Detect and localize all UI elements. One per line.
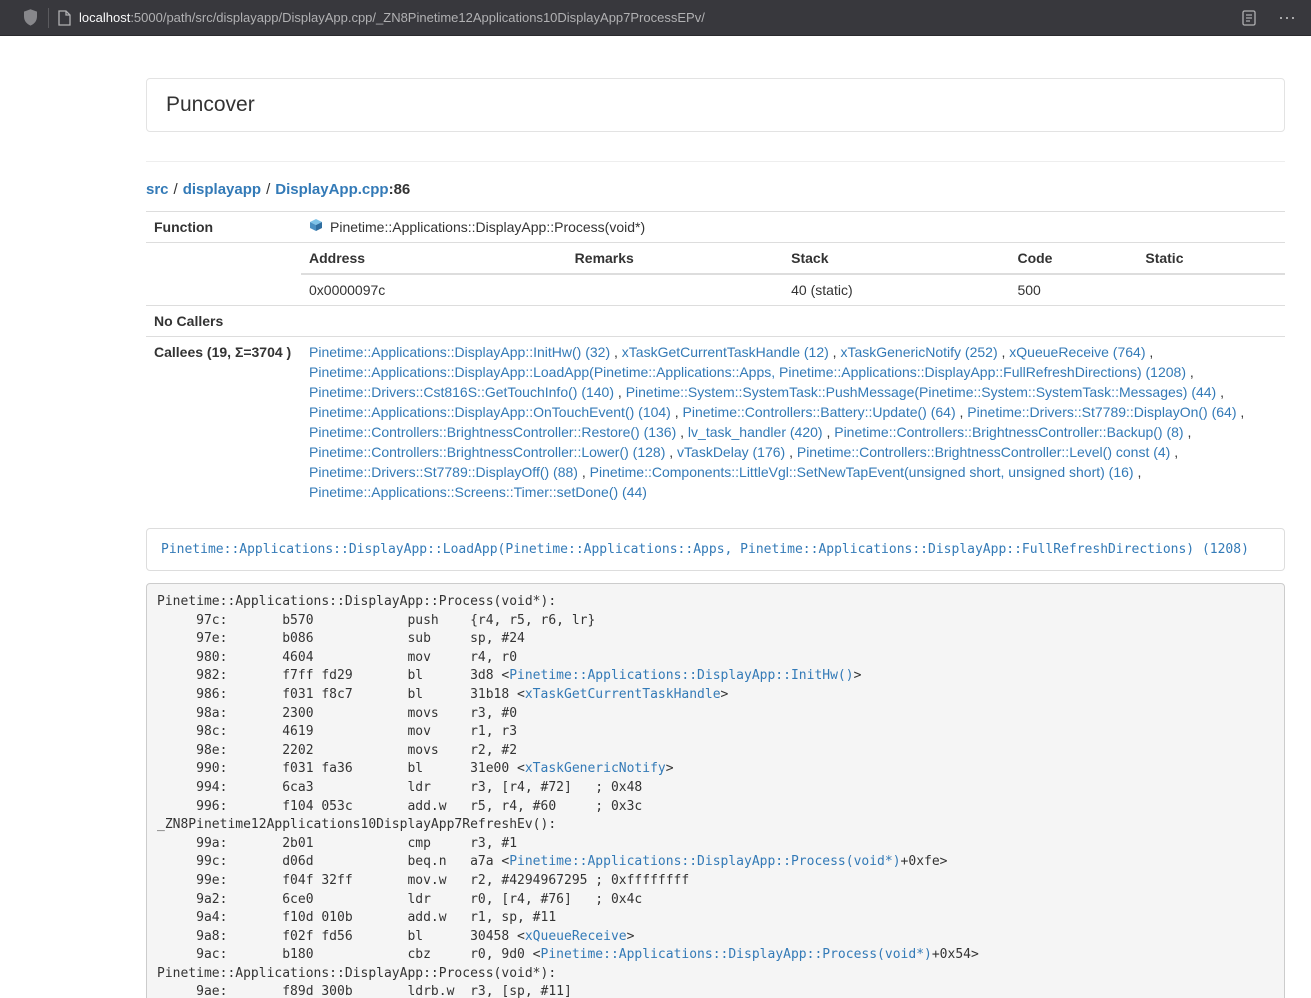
selected-callee-box: Pinetime::Applications::DisplayApp::Load… bbox=[146, 528, 1285, 571]
chrome-divider bbox=[48, 8, 49, 28]
callee-separator: , bbox=[614, 384, 626, 400]
column-static: Static bbox=[1137, 243, 1285, 274]
callee-separator: , bbox=[676, 424, 688, 440]
callee-link[interactable]: Pinetime::Controllers::Battery::Update()… bbox=[683, 404, 956, 420]
callee-separator: , bbox=[610, 344, 622, 360]
callee-link[interactable]: Pinetime::Drivers::St7789::DisplayOn() (… bbox=[967, 404, 1236, 420]
address-bar[interactable]: localhost:5000/path/src/displayapp/Displ… bbox=[79, 10, 1242, 25]
column-code: Code bbox=[1009, 243, 1137, 274]
breadcrumb-line-number: :86 bbox=[389, 181, 411, 198]
assembly-code: Pinetime::Applications::DisplayApp::Proc… bbox=[146, 583, 1285, 998]
empty-row-header bbox=[146, 243, 301, 306]
no-callers-row: No Callers bbox=[146, 306, 1285, 337]
callee-separator: , bbox=[956, 404, 968, 420]
column-stack: Stack bbox=[783, 243, 1009, 274]
callee-separator: , bbox=[785, 444, 797, 460]
callee-separator: , bbox=[671, 404, 683, 420]
callee-separator: , bbox=[1145, 344, 1153, 360]
function-name: Pinetime::Applications::DisplayApp::Proc… bbox=[330, 217, 645, 237]
callee-link[interactable]: xQueueReceive (764) bbox=[1009, 344, 1145, 360]
breadcrumb-separator: / bbox=[174, 181, 178, 198]
callee-link[interactable]: Pinetime::Drivers::Cst816S::GetTouchInfo… bbox=[309, 384, 614, 400]
callee-separator: , bbox=[665, 444, 677, 460]
chrome-actions: ⋯ bbox=[1242, 9, 1297, 27]
callees-cell: Pinetime::Applications::DisplayApp::Init… bbox=[301, 337, 1285, 508]
remarks-value bbox=[567, 274, 783, 305]
callee-separator: , bbox=[829, 344, 841, 360]
breadcrumb: src / displayapp / DisplayApp.cpp:86 bbox=[146, 180, 1285, 200]
function-stats-row: Address Remarks Stack Code Static 0x0000… bbox=[146, 243, 1285, 306]
column-address: Address bbox=[301, 243, 567, 274]
breadcrumb-link-displayapp[interactable]: displayapp bbox=[183, 181, 261, 198]
callee-separator: , bbox=[1184, 424, 1192, 440]
callee-separator: , bbox=[1216, 384, 1224, 400]
callee-link[interactable]: Pinetime::Controllers::BrightnessControl… bbox=[309, 444, 665, 460]
callee-separator: , bbox=[998, 344, 1010, 360]
function-label: Function bbox=[146, 212, 301, 243]
callee-link[interactable]: Pinetime::System::SystemTask::PushMessag… bbox=[626, 384, 1217, 400]
code-symbol-link[interactable]: xTaskGetCurrentTaskHandle bbox=[525, 687, 721, 702]
callee-separator: , bbox=[1134, 464, 1142, 480]
breadcrumb-link-file[interactable]: DisplayApp.cpp bbox=[275, 181, 388, 198]
callee-separator: , bbox=[1170, 444, 1178, 460]
url-path: :5000/path/src/displayapp/DisplayApp.cpp… bbox=[130, 10, 705, 25]
callee-link[interactable]: xTaskGenericNotify (252) bbox=[840, 344, 997, 360]
callee-link[interactable]: Pinetime::Applications::DisplayApp::Init… bbox=[309, 344, 610, 360]
no-callers-label: No Callers bbox=[146, 306, 301, 337]
code-symbol-link[interactable]: xQueueReceive bbox=[525, 929, 627, 944]
callee-link[interactable]: Pinetime::Applications::Screens::Timer::… bbox=[309, 484, 647, 500]
callee-link[interactable]: Pinetime::Controllers::BrightnessControl… bbox=[834, 424, 1183, 440]
stack-value: 40 (static) bbox=[783, 274, 1009, 305]
callee-link[interactable]: vTaskDelay (176) bbox=[677, 444, 785, 460]
callee-link[interactable]: Pinetime::Controllers::BrightnessControl… bbox=[797, 444, 1170, 460]
callee-link[interactable]: Pinetime::Controllers::BrightnessControl… bbox=[309, 424, 676, 440]
callee-link[interactable]: Pinetime::Applications::DisplayApp::Load… bbox=[309, 364, 1186, 380]
page-title: Puncover bbox=[166, 92, 1265, 118]
stats-table: Address Remarks Stack Code Static 0x0000… bbox=[301, 243, 1285, 305]
function-row: Function Pinetime::Applications::Display… bbox=[146, 212, 1285, 243]
function-icon bbox=[309, 217, 323, 237]
code-symbol-link[interactable]: Pinetime::Applications::DisplayApp::Proc… bbox=[541, 947, 932, 962]
callee-link[interactable]: Pinetime::Applications::DisplayApp::OnTo… bbox=[309, 404, 671, 420]
callee-separator: , bbox=[1186, 364, 1194, 380]
url-host: localhost bbox=[79, 10, 130, 25]
function-detail-table: Function Pinetime::Applications::Display… bbox=[146, 211, 1285, 507]
shield-icon[interactable] bbox=[22, 8, 39, 27]
callees-label: Callees (19, Σ=3704 ) bbox=[146, 337, 301, 508]
menu-icon[interactable]: ⋯ bbox=[1278, 9, 1297, 27]
reader-view-icon[interactable] bbox=[1242, 10, 1256, 26]
breadcrumb-link-src[interactable]: src bbox=[146, 181, 169, 198]
code-value: 500 bbox=[1009, 274, 1137, 305]
stats-value-row: 0x0000097c 40 (static) 500 bbox=[301, 274, 1285, 305]
static-value bbox=[1137, 274, 1285, 305]
callee-separator: , bbox=[823, 424, 835, 440]
callee-link[interactable]: xTaskGetCurrentTaskHandle (12) bbox=[622, 344, 829, 360]
breadcrumb-separator: / bbox=[266, 181, 270, 198]
callee-separator: , bbox=[578, 464, 590, 480]
column-remarks: Remarks bbox=[567, 243, 783, 274]
browser-chrome: localhost:5000/path/src/displayapp/Displ… bbox=[0, 0, 1311, 36]
page-title-box: Puncover bbox=[146, 78, 1285, 132]
callee-link[interactable]: Pinetime::Drivers::St7789::DisplayOff() … bbox=[309, 464, 578, 480]
callee-link[interactable]: lv_task_handler (420) bbox=[688, 424, 823, 440]
code-symbol-link[interactable]: xTaskGenericNotify bbox=[525, 761, 666, 776]
code-symbol-link[interactable]: Pinetime::Applications::DisplayApp::Init… bbox=[509, 668, 853, 683]
selected-callee-link[interactable]: Pinetime::Applications::DisplayApp::Load… bbox=[161, 542, 1249, 557]
callee-link[interactable]: Pinetime::Components::LittleVgl::SetNewT… bbox=[590, 464, 1134, 480]
callees-row: Callees (19, Σ=3704 ) Pinetime::Applicat… bbox=[146, 337, 1285, 508]
main-content: Puncover src / displayapp / DisplayApp.cpp:8… bbox=[146, 36, 1285, 998]
callee-separator: , bbox=[1237, 404, 1245, 420]
address-value: 0x0000097c bbox=[301, 274, 567, 305]
stats-header-row: Address Remarks Stack Code Static bbox=[301, 243, 1285, 274]
divider bbox=[146, 161, 1285, 162]
page-info-icon[interactable] bbox=[58, 10, 71, 26]
code-symbol-link[interactable]: Pinetime::Applications::DisplayApp::Proc… bbox=[509, 854, 900, 869]
